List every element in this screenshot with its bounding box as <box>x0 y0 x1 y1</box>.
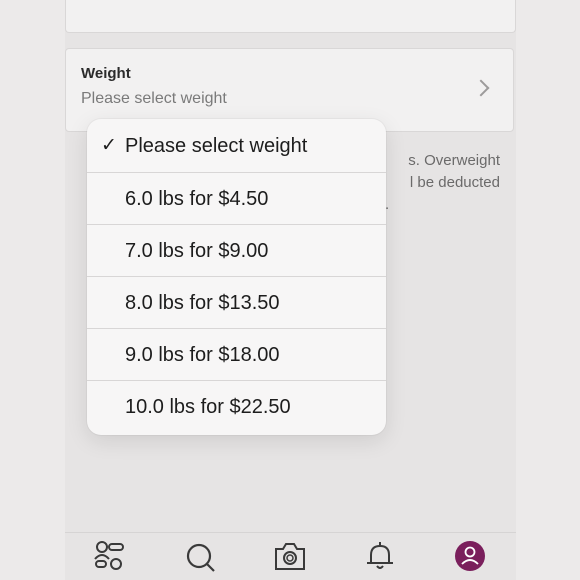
weight-value: Please select weight <box>81 90 227 107</box>
camera-icon <box>275 543 305 570</box>
chevron-right-icon <box>472 79 490 97</box>
dropdown-option-9lbs[interactable]: 9.0 lbs for $18.00 <box>87 329 386 381</box>
option-label: Please select weight <box>125 135 308 157</box>
dropdown-option-10lbs[interactable]: 10.0 lbs for $22.50 <box>87 381 386 433</box>
dropdown-option-please-select[interactable]: ✓ Please select weight <box>87 119 386 173</box>
checkmark-icon: ✓ <box>101 135 117 156</box>
option-label: 10.0 lbs for $22.50 <box>125 396 291 418</box>
tab-search[interactable] <box>182 539 218 573</box>
dropdown-option-6lbs[interactable]: 6.0 lbs for $4.50 <box>87 173 386 225</box>
search-icon <box>186 543 215 572</box>
previous-card <box>65 0 516 33</box>
weight-label: Weight <box>81 65 131 82</box>
bottom-tab-bar <box>65 532 516 580</box>
option-label: 9.0 lbs for $18.00 <box>125 344 280 366</box>
tab-closet[interactable] <box>92 539 128 573</box>
weight-dropdown-menu: ✓ Please select weight 6.0 lbs for $4.50… <box>87 119 386 435</box>
dropdown-option-7lbs[interactable]: 7.0 lbs for $9.00 <box>87 225 386 277</box>
dropdown-option-8lbs[interactable]: 8.0 lbs for $13.50 <box>87 277 386 329</box>
tab-account[interactable] <box>452 539 488 573</box>
option-label: 7.0 lbs for $9.00 <box>125 240 269 262</box>
screen: Weight Please select weight s. Overweigh… <box>0 0 580 580</box>
option-label: 6.0 lbs for $4.50 <box>125 188 269 210</box>
option-label: 8.0 lbs for $13.50 <box>125 292 280 314</box>
tab-sell[interactable] <box>272 539 308 573</box>
account-icon <box>455 541 485 571</box>
tab-news[interactable] <box>362 539 398 573</box>
bell-icon <box>367 542 393 569</box>
closet-icon <box>94 541 124 570</box>
